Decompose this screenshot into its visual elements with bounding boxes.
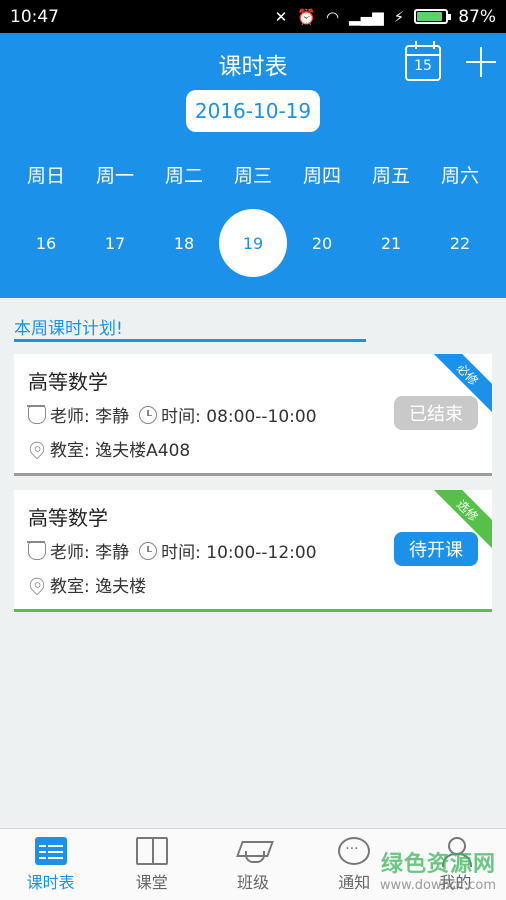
- teacher-icon: [27, 404, 46, 424]
- course-name: 高等数学: [28, 506, 108, 530]
- user-icon: [439, 836, 473, 867]
- course-teacher: 老师: 李静: [50, 407, 130, 427]
- day-cell[interactable]: 18: [150, 209, 218, 277]
- graduation-cap-icon: [237, 837, 269, 865]
- weekday-row: 周日 周一 周二 周三 周四 周五 周六: [12, 161, 494, 188]
- course-card[interactable]: 必修 高等数学 老师: 李静 时间: 08:00--10:00 教室: 逸夫楼A…: [14, 354, 492, 476]
- course-room: 教室: 逸夫楼A408: [50, 441, 191, 461]
- status-bar: 10:47 ✕ ⏰ ◠ ▂▄▆ ⚡ 87%: [0, 0, 506, 33]
- nav-label: 课堂: [135, 872, 168, 892]
- course-location-row: 教室: 逸夫楼: [26, 572, 147, 597]
- alarm-icon: ⏰: [297, 7, 316, 26]
- weekday-label: 周日: [26, 165, 65, 187]
- course-ended-button[interactable]: 已结束: [394, 396, 478, 430]
- battery-icon: [414, 9, 452, 24]
- status-time: 10:47: [10, 6, 59, 27]
- nav-item-classroom[interactable]: 课堂: [101, 829, 202, 900]
- signal-icon: ▂▄▆: [349, 7, 384, 26]
- section-title: 本周课时计划!: [14, 319, 123, 339]
- schedule-icon: [34, 836, 67, 865]
- wifi-icon: ◠: [325, 7, 340, 26]
- chat-icon: [338, 836, 371, 865]
- clock-icon: [139, 541, 158, 560]
- weekday-label: 周六: [440, 165, 479, 187]
- course-time: 时间: 08:00--10:00: [161, 407, 317, 427]
- course-teacher: 老师: 李静: [50, 543, 130, 563]
- calendar-day-number: 15: [414, 58, 432, 74]
- battery-percent: 87%: [458, 6, 496, 27]
- course-location-row: 教室: 逸夫楼A408: [26, 436, 191, 461]
- section-underline: [14, 339, 366, 342]
- weekday-label: 周三: [233, 165, 272, 187]
- day-cell[interactable]: 22: [426, 209, 494, 277]
- date-picker-button[interactable]: 2016-10-19: [186, 90, 320, 132]
- mute-icon: ✕: [274, 7, 288, 26]
- add-icon[interactable]: [466, 47, 496, 77]
- nav-label: 通知: [338, 872, 371, 892]
- book-icon: [135, 836, 168, 865]
- schedule-header: 课时表 15 2016-10-19 周日 周一 周二 周三 周四 周五 周六 1…: [0, 33, 506, 298]
- charging-icon: ⚡: [393, 7, 405, 26]
- course-info-row: 老师: 李静 时间: 10:00--12:00: [27, 538, 317, 563]
- nav-item-me[interactable]: 我的: [405, 829, 506, 900]
- course-time: 时间: 10:00--12:00: [161, 543, 317, 563]
- course-info-row: 老师: 李静 时间: 08:00--10:00: [27, 402, 317, 427]
- day-row: 16 17 18 19 20 21 22: [12, 209, 494, 277]
- nav-item-notifications[interactable]: 通知: [304, 829, 405, 900]
- day-cell[interactable]: 21: [357, 209, 425, 277]
- day-cell[interactable]: 20: [288, 209, 356, 277]
- weekday-label: 周五: [371, 165, 410, 187]
- course-pending-button[interactable]: 待开课: [394, 532, 478, 566]
- weekday-label: 周四: [302, 165, 341, 187]
- weekday-label: 周一: [95, 165, 134, 187]
- nav-label: 我的: [439, 872, 472, 892]
- bottom-nav: 课时表 课堂 班级 通知 我的: [0, 828, 506, 900]
- course-card[interactable]: 选修 高等数学 老师: 李静 时间: 10:00--12:00 教室: 逸夫楼 …: [14, 490, 492, 612]
- day-cell[interactable]: 16: [12, 209, 80, 277]
- course-name: 高等数学: [28, 370, 108, 394]
- calendar-today-icon[interactable]: 15: [405, 41, 441, 81]
- teacher-icon: [27, 540, 46, 560]
- clock-icon: [139, 405, 158, 424]
- nav-label: 班级: [237, 872, 270, 892]
- day-cell-selected[interactable]: 19: [219, 209, 287, 277]
- nav-item-class[interactable]: 班级: [202, 829, 303, 900]
- location-icon: [26, 438, 48, 459]
- status-icons: ✕ ⏰ ◠ ▂▄▆ ⚡ 87%: [275, 7, 496, 27]
- nav-label: 课时表: [26, 872, 75, 892]
- course-room: 教室: 逸夫楼: [50, 577, 147, 597]
- location-icon: [26, 574, 48, 595]
- nav-item-schedule[interactable]: 课时表: [0, 829, 101, 900]
- weekday-label: 周二: [164, 165, 203, 187]
- day-cell[interactable]: 17: [81, 209, 149, 277]
